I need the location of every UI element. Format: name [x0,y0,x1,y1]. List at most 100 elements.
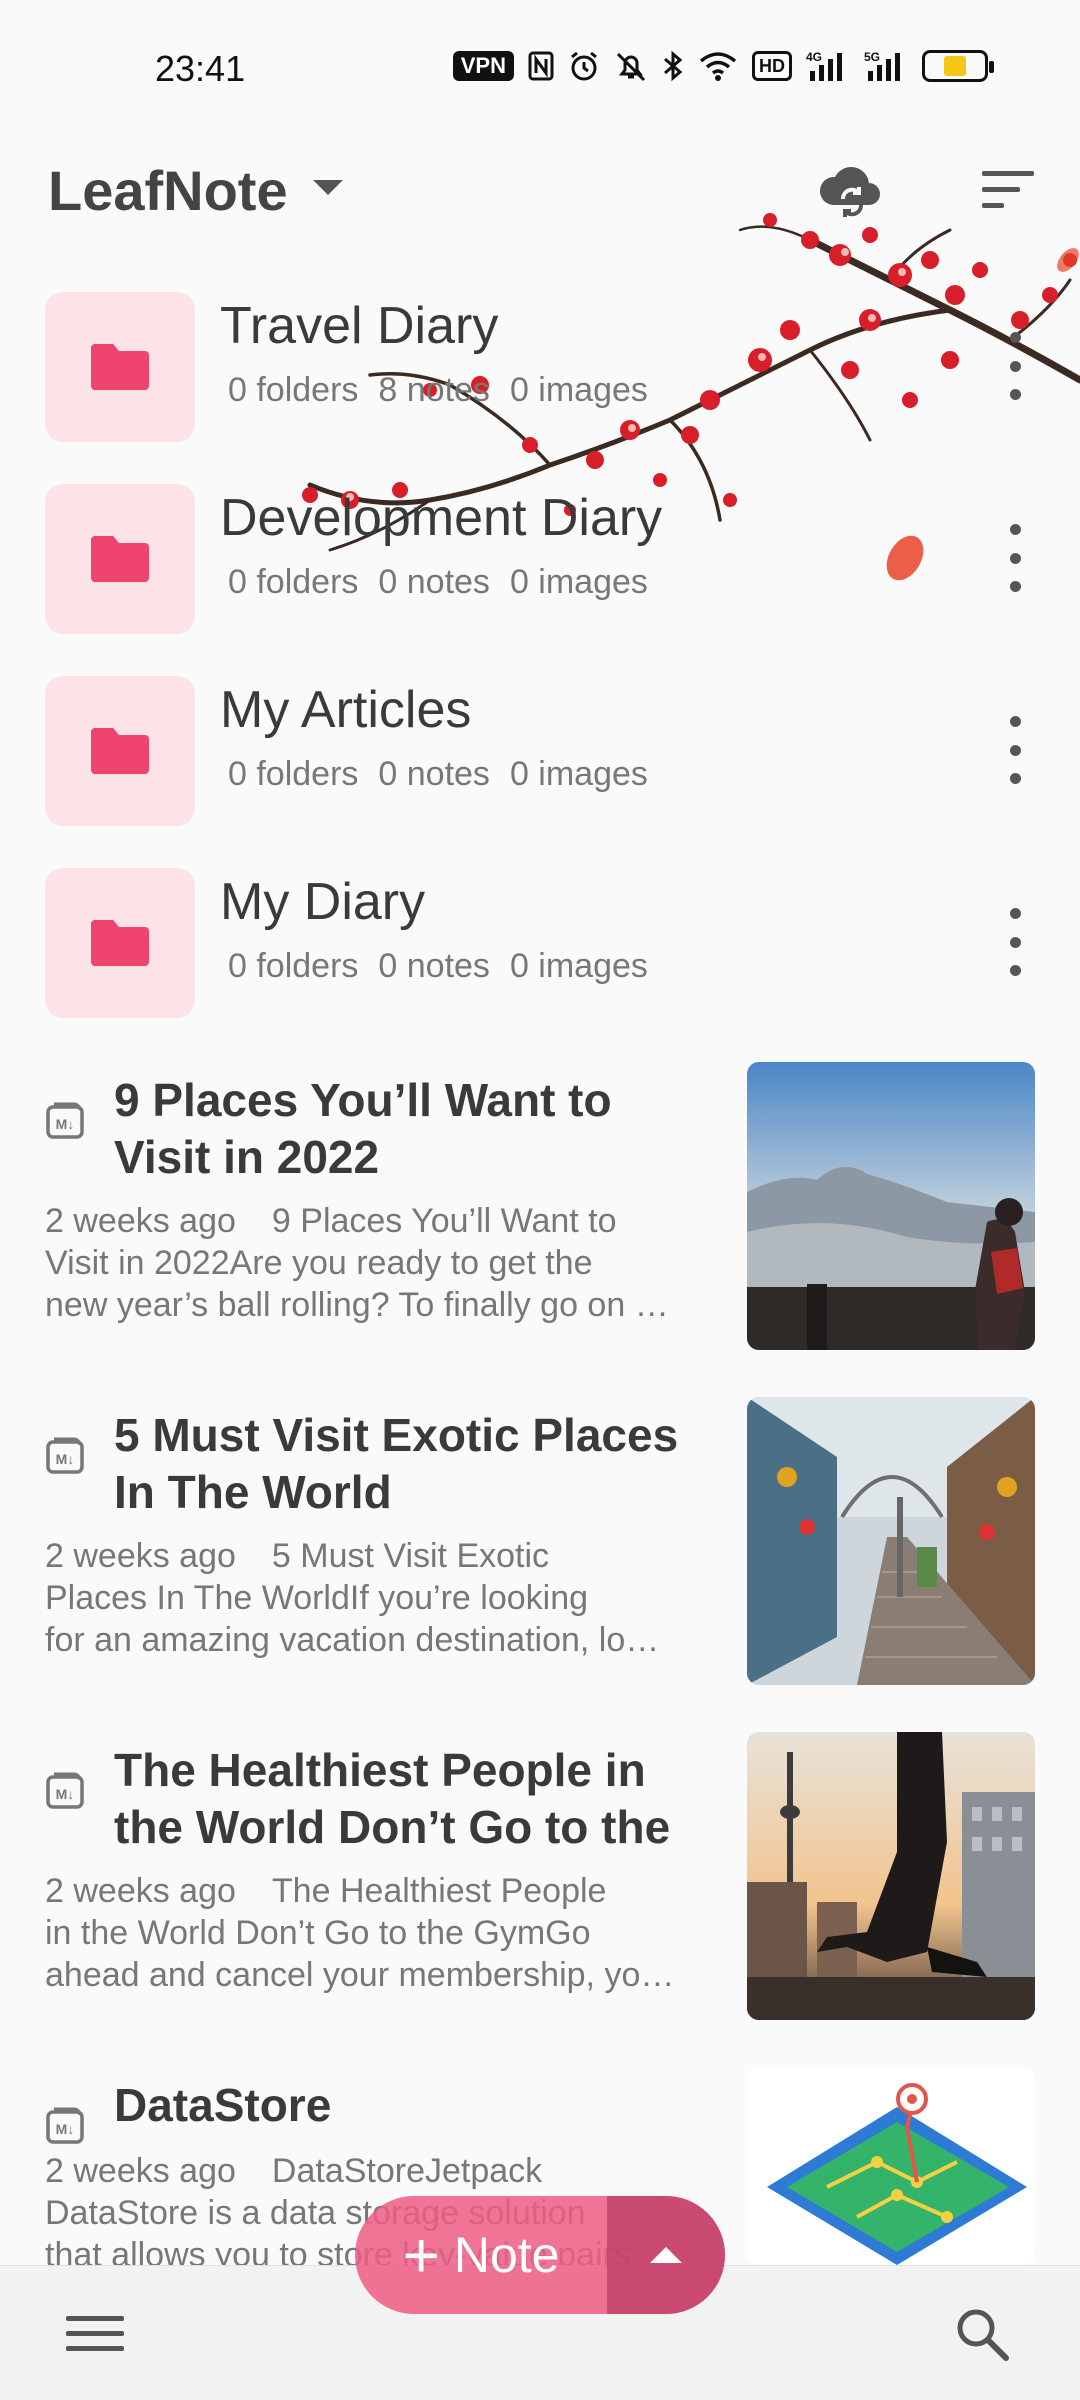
folder-tile [45,484,195,634]
note-preview: 2 weeks ago The Healthiest People in the … [45,1870,705,1996]
image-count: 0 images [509,563,648,601]
battery-icon [922,50,994,82]
search-icon[interactable] [952,2304,1012,2364]
folder-icon [91,728,149,774]
signal-5g-icon: 5G [864,48,908,84]
note-preview-line: new year’s ball rolling? To finally go o… [45,1286,669,1324]
image-count: 0 images [509,371,648,409]
note-thumbnail-street [747,1397,1035,1685]
folder-count: 0 folders [228,563,359,601]
folder-name: Travel Diary [220,297,499,355]
markdown-note-icon: M↓ [46,2107,84,2144]
folder-counts: 0 folders 0 notes 0 images [228,947,648,986]
note-preview-line: for an amazing vacation destination, lo… [45,1621,660,1659]
hd-icon: HD [752,51,792,81]
note-count: 8 notes [378,371,490,409]
more-options-icon[interactable] [995,518,1035,598]
sort-icon[interactable] [978,165,1038,215]
folder-counts: 0 folders 8 notes 0 images [228,371,648,410]
note-timestamp: 2 weeks ago [45,1537,236,1575]
new-note-button[interactable]: + Note [355,2196,607,2314]
folder-tile [45,676,195,826]
folder-row[interactable]: My Articles 0 folders 0 notes 0 images [0,660,1080,826]
note-item[interactable]: M↓ 9 Places You’ll Want to Visit in 2022… [0,1062,1080,1362]
note-thumbnail-city-walk [747,1732,1035,2020]
note-count: 0 notes [378,755,490,793]
folder-tile [45,292,195,442]
note-item[interactable]: M↓ 5 Must Visit Exotic Places In The Wor… [0,1397,1080,1697]
note-thumbnail-mountain [747,1062,1035,1350]
svg-text:M↓: M↓ [56,2121,75,2137]
note-preview-line: 5 Must Visit Exotic [271,1537,550,1575]
folder-icon [91,920,149,966]
folder-tile [45,868,195,1018]
folder-counts: 0 folders 0 notes 0 images [228,563,648,602]
note-preview-line: The Healthiest People [271,1872,607,1910]
signal-4g-icon: 4G [806,48,850,84]
svg-text:M↓: M↓ [56,1451,75,1467]
plus-icon: + [402,2219,440,2291]
alarm-icon [568,48,600,84]
note-timestamp: 2 weeks ago [45,1202,236,1240]
new-note-label: Note [453,2227,560,2283]
note-thumbnail-datastore [747,2067,1035,2265]
more-options-icon[interactable] [995,710,1035,790]
folder-count: 0 folders [228,947,359,985]
cloud-sync-icon[interactable] [815,155,887,227]
svg-text:M↓: M↓ [56,1786,75,1802]
note-timestamp: 2 weeks ago [45,1872,236,1910]
folder-row[interactable]: My Diary 0 folders 0 notes 0 images [0,852,1080,1018]
folder-name: My Articles [220,681,472,739]
folder-name: Development Diary [220,489,663,547]
markdown-note-icon: M↓ [46,1102,84,1139]
note-title: 9 Places You’ll Want to Visit in 2022 [114,1074,612,1183]
note-title: The Healthiest People in the World Don’t… [114,1744,671,1853]
note-preview-line: ahead and cancel your membership, yo… [45,1956,675,1994]
note-count: 0 notes [378,947,490,985]
markdown-note-icon: M↓ [46,1772,84,1809]
clock: 23:41 [155,48,246,89]
vpn-icon: VPN [452,51,514,81]
folder-row[interactable]: Development Diary 0 folders 0 notes 0 im… [0,468,1080,634]
note-preview-line: in the World Don’t Go to the GymGo [45,1914,591,1952]
svg-text:5G: 5G [864,50,880,64]
note-preview: 2 weeks ago 5 Must Visit Exotic Places In… [45,1535,705,1661]
menu-icon[interactable] [66,2314,124,2354]
folder-icon [91,344,149,390]
folder-counts: 0 folders 0 notes 0 images [228,755,648,794]
svg-text:M↓: M↓ [56,1116,75,1132]
note-preview-line: DataStoreJetpack [271,2152,543,2190]
note-title: DataStore [114,2079,332,2131]
more-options-icon[interactable] [995,902,1035,982]
note-preview-line: 9 Places You’ll Want to [271,1202,617,1240]
image-count: 0 images [509,947,648,985]
status-bar: 23:41 VPN HD 4G 5G [0,0,1080,130]
new-note-fab[interactable]: + Note [355,2196,725,2314]
folder-name: My Diary [220,873,426,931]
note-item[interactable]: M↓ The Healthiest People in the World Do… [0,1732,1080,2032]
markdown-note-icon: M↓ [46,1437,84,1474]
folder-icon [91,536,149,582]
app-bar: LeafNote [0,130,1080,250]
note-timestamp: 2 weeks ago [45,2152,236,2190]
note-preview-line: Places In The WorldIf you’re looking [45,1579,589,1617]
note-preview: 2 weeks ago 9 Places You’ll Want to Visit… [45,1200,705,1326]
status-icons: VPN HD 4G 5G [452,48,994,84]
image-count: 0 images [509,755,648,793]
wifi-icon [698,48,738,84]
note-count: 0 notes [378,563,490,601]
app-title[interactable]: LeafNote [48,158,288,223]
note-type-dropdown[interactable] [607,2196,725,2314]
note-title: 5 Must Visit Exotic Places In The World [114,1409,679,1518]
folder-count: 0 folders [228,371,359,409]
bluetooth-icon [662,48,684,84]
mute-icon [614,48,648,84]
folder-row[interactable]: Travel Diary 0 folders 8 notes 0 images [0,276,1080,442]
caret-up-icon [650,2247,682,2263]
nfc-icon [528,48,554,84]
folder-count: 0 folders [228,755,359,793]
svg-text:4G: 4G [806,50,822,64]
dropdown-caret-icon[interactable] [313,180,343,195]
more-options-icon[interactable] [995,326,1035,406]
note-preview-line: Visit in 2022Are you ready to get the [45,1244,593,1282]
